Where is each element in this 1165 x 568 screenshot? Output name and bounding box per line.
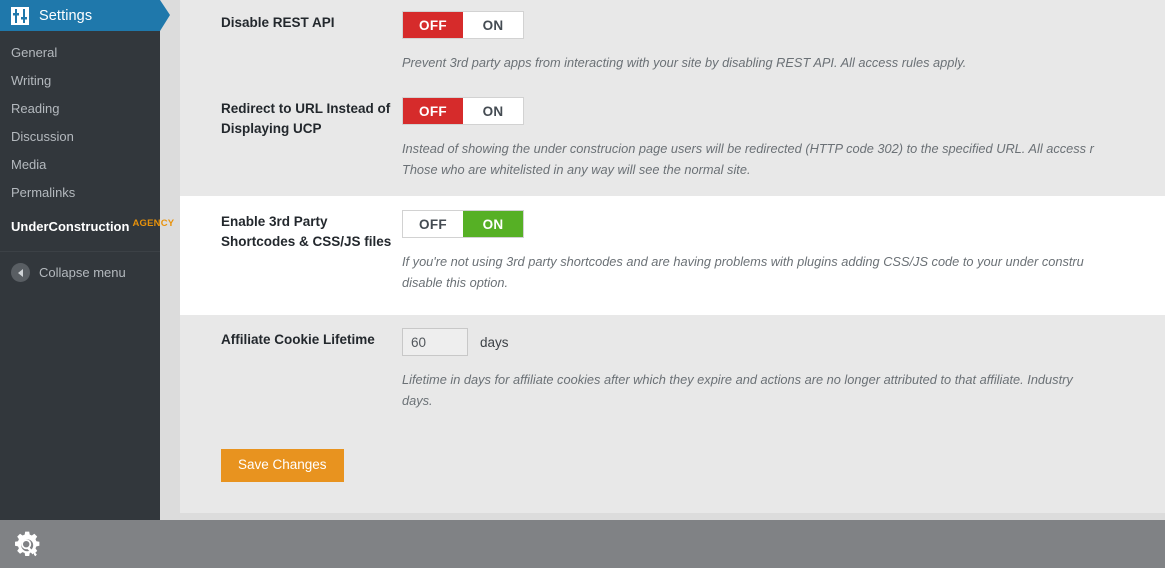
setting-row-redirect-to-url: Redirect to URL Instead of Displaying UC…	[180, 89, 1165, 196]
sidebar-plugin-label: UnderConstruction	[11, 219, 130, 234]
gear-wrench-icon[interactable]	[12, 530, 42, 560]
setting-description-line-1: If you're not using 3rd party shortcodes…	[402, 254, 1084, 269]
admin-sidebar: Settings General Writing Reading Discuss…	[0, 0, 174, 520]
collapse-menu-label: Collapse menu	[39, 265, 126, 280]
chevron-left-circle-icon	[11, 263, 30, 282]
content-gutter	[160, 0, 180, 513]
collapse-menu-button[interactable]: Collapse menu	[0, 251, 160, 293]
sidebar-active-arrow-icon	[160, 0, 170, 31]
settings-sliders-icon	[11, 6, 29, 25]
setting-description: If you're not using 3rd party shortcodes…	[402, 251, 1165, 293]
sidebar-plugin-badge: AGENCY	[132, 218, 175, 229]
toggle-redirect-to-url[interactable]: OFF ON	[402, 97, 524, 125]
setting-description: Instead of showing the under construcion…	[402, 138, 1165, 180]
settings-form: Disable REST API OFF ON Prevent 3rd part…	[180, 0, 1165, 513]
setting-row-disable-rest-api: Disable REST API OFF ON Prevent 3rd part…	[180, 0, 1165, 89]
form-actions: Save Changes	[180, 421, 1165, 513]
sidebar-submenu: General Writing Reading Discussion Media…	[0, 31, 174, 251]
sidebar-item-discussion[interactable]: Discussion	[0, 123, 160, 151]
affiliate-cookie-lifetime-control: days	[402, 328, 1165, 356]
setting-label: Disable REST API	[221, 15, 335, 30]
wordpress-admin-screen: Settings General Writing Reading Discuss…	[0, 0, 1165, 568]
sidebar-settings-label: Settings	[39, 7, 93, 24]
toggle-on-option[interactable]: ON	[463, 211, 523, 237]
sidebar-item-underconstruction[interactable]: UnderConstruction AGENCY	[0, 207, 174, 245]
toggle-on-option[interactable]: ON	[463, 98, 523, 124]
sidebar-item-reading[interactable]: Reading	[0, 95, 160, 123]
setting-label: Affiliate Cookie Lifetime	[221, 332, 375, 347]
sidebar-item-media[interactable]: Media	[0, 151, 160, 179]
toggle-off-option[interactable]: OFF	[403, 211, 463, 237]
setting-description-line-2: Those who are whitelisted in any way wil…	[402, 162, 751, 177]
sidebar-item-permalinks[interactable]: Permalinks	[0, 179, 160, 207]
toggle-off-option[interactable]: OFF	[403, 12, 463, 38]
sidebar-item-general[interactable]: General	[0, 39, 160, 67]
toggle-3rd-party-shortcodes[interactable]: OFF ON	[402, 210, 524, 238]
days-unit-label: days	[480, 334, 509, 350]
setting-description-line-2: days.	[402, 393, 433, 408]
setting-row-affiliate-cookie-lifetime: Affiliate Cookie Lifetime days Lifetime …	[180, 315, 1165, 421]
setting-description-line-2: disable this option.	[402, 275, 508, 290]
toggle-on-option[interactable]: ON	[463, 12, 523, 38]
sidebar-item-settings[interactable]: Settings	[0, 0, 170, 31]
affiliate-cookie-lifetime-input[interactable]	[402, 328, 468, 356]
setting-description: Prevent 3rd party apps from interacting …	[402, 55, 967, 70]
setting-label: Enable 3rd Party Shortcodes & CSS/JS fil…	[221, 214, 392, 249]
setting-description-line-1: Instead of showing the under construcion…	[402, 141, 1094, 156]
sidebar-item-writing[interactable]: Writing	[0, 67, 160, 95]
save-changes-button[interactable]: Save Changes	[221, 449, 344, 482]
setting-label: Redirect to URL Instead of Displaying UC…	[221, 101, 391, 136]
setting-description-line-1: Lifetime in days for affiliate cookies a…	[402, 372, 1073, 387]
setting-description: Lifetime in days for affiliate cookies a…	[402, 369, 1165, 411]
bottom-toolbar	[0, 520, 1165, 568]
content-gutter-bottom	[160, 513, 1165, 520]
setting-row-3rd-party-shortcodes: Enable 3rd Party Shortcodes & CSS/JS fil…	[180, 196, 1165, 315]
toggle-off-option[interactable]: OFF	[403, 98, 463, 124]
toggle-disable-rest-api[interactable]: OFF ON	[402, 11, 524, 39]
